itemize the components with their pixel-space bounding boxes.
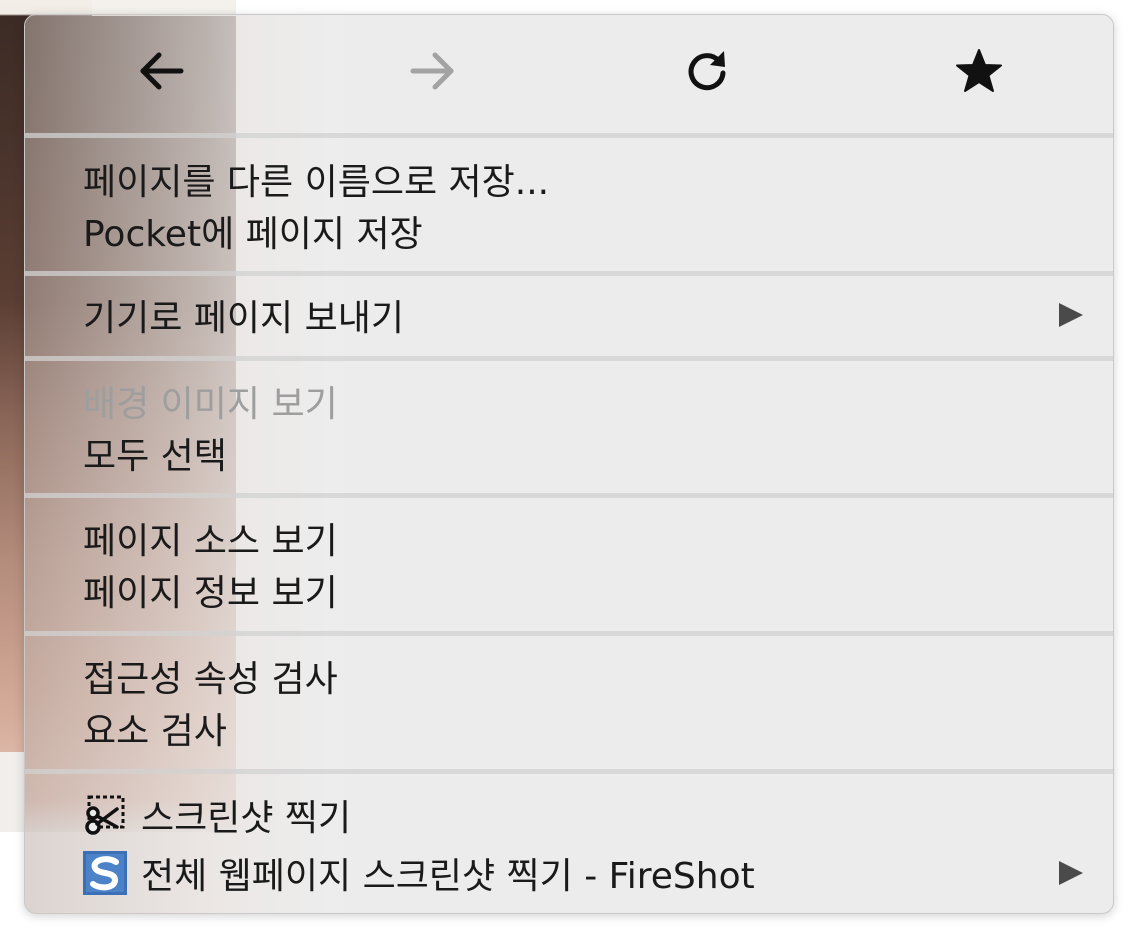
view-background-image-label: 배경 이미지 보기 (83, 384, 338, 425)
separator (25, 133, 1113, 138)
select-all-item[interactable]: 모두 선택 (25, 427, 1113, 479)
submenu-arrow-icon (1059, 861, 1083, 885)
screenshot-scissors-icon (85, 795, 125, 835)
context-menu: 페이지를 다른 이름으로 저장... Pocket에 페이지 저장 기기로 페이… (24, 14, 1114, 914)
send-page-to-device-item[interactable]: 기기로 페이지 보내기 (25, 289, 1113, 341)
save-to-pocket-item[interactable]: Pocket에 페이지 저장 (25, 205, 1113, 257)
navigation-toolbar (25, 15, 1113, 133)
save-page-as-item[interactable]: 페이지를 다른 이름으로 저장... (25, 153, 1113, 205)
back-arrow-icon (140, 52, 184, 90)
take-screenshot-label: 스크린샷 찍기 (141, 798, 352, 839)
separator (25, 271, 1113, 276)
separator (25, 493, 1113, 498)
background-strip (0, 752, 24, 832)
submenu-arrow-icon (1059, 303, 1083, 327)
take-screenshot-item[interactable]: 스크린샷 찍기 (25, 789, 1113, 841)
inspect-element-label: 요소 검사 (83, 711, 227, 752)
fireshot-item[interactable]: 전체 웹페이지 스크린샷 찍기 - FireShot (25, 847, 1113, 899)
view-page-source-label: 페이지 소스 보기 (83, 521, 338, 562)
separator (25, 769, 1113, 774)
view-background-image-item: 배경 이미지 보기 (25, 375, 1113, 427)
bookmark-button[interactable] (949, 45, 1009, 97)
star-icon (956, 49, 1002, 92)
view-page-info-item[interactable]: 페이지 정보 보기 (25, 564, 1113, 616)
inspect-accessibility-label: 접근성 속성 검사 (83, 659, 338, 700)
back-button[interactable] (131, 45, 191, 97)
save-page-as-label: 페이지를 다른 이름으로 저장... (83, 162, 550, 203)
fireshot-logo-icon (83, 851, 127, 895)
send-page-to-device-label: 기기로 페이지 보내기 (83, 298, 404, 339)
forward-button[interactable] (403, 45, 463, 97)
fireshot-label: 전체 웹페이지 스크린샷 찍기 - FireShot (141, 856, 755, 897)
view-page-source-item[interactable]: 페이지 소스 보기 (25, 512, 1113, 564)
reload-button[interactable] (677, 45, 737, 97)
separator (25, 631, 1113, 636)
reload-icon (688, 51, 726, 91)
inspect-element-item[interactable]: 요소 검사 (25, 702, 1113, 754)
forward-arrow-icon (410, 52, 454, 90)
inspect-accessibility-item[interactable]: 접근성 속성 검사 (25, 650, 1113, 702)
separator (25, 356, 1113, 361)
select-all-label: 모두 선택 (83, 436, 227, 477)
view-page-info-label: 페이지 정보 보기 (83, 573, 338, 614)
save-to-pocket-label: Pocket에 페이지 저장 (83, 214, 423, 255)
